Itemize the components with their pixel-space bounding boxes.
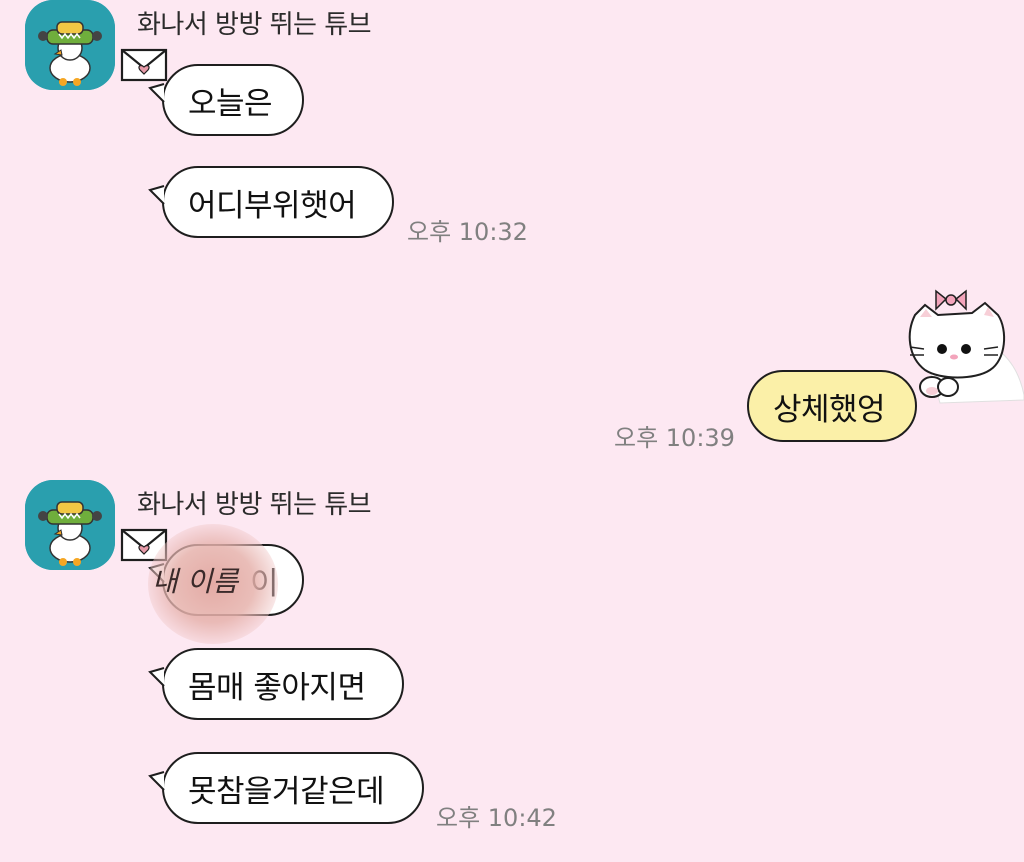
message-text: 오늘은 <box>162 64 304 136</box>
bubble-tail <box>148 771 165 791</box>
sender-name: 화나서 방방 뛰는 튜브 <box>137 490 372 520</box>
sender-name: 화나서 방방 뛰는 튜브 <box>137 10 372 40</box>
message-bubble[interactable]: 못참을거같은데 <box>148 752 424 824</box>
message-text: 몸매 좋아지면 <box>162 648 404 720</box>
tube-avatar-icon <box>25 0 115 90</box>
message-bubble[interactable]: 어디부위햇어 <box>148 166 394 238</box>
bubble-tail <box>148 185 165 205</box>
message-bubble[interactable]: 오늘은 <box>148 64 304 136</box>
bubble-tail <box>148 83 165 103</box>
message-timestamp: 오후 10:32 <box>407 218 528 246</box>
sender-avatar[interactable] <box>25 0 115 90</box>
message-text: 못참을거같은데 <box>162 752 424 824</box>
message-timestamp: 오후 10:42 <box>436 804 557 832</box>
message-timestamp: 오후 10:39 <box>614 424 735 452</box>
cat-sticker-icon <box>908 289 1024 404</box>
redaction-handwriting: 내 이름 <box>152 565 239 598</box>
message-text: 어디부위햇어 <box>162 166 394 238</box>
envelope-icon <box>120 48 168 82</box>
message-bubble[interactable]: 몸매 좋아지면 <box>148 648 404 720</box>
bubble-tail <box>148 667 165 687</box>
sender-avatar[interactable] <box>25 480 115 570</box>
tube-avatar-icon <box>25 480 115 570</box>
